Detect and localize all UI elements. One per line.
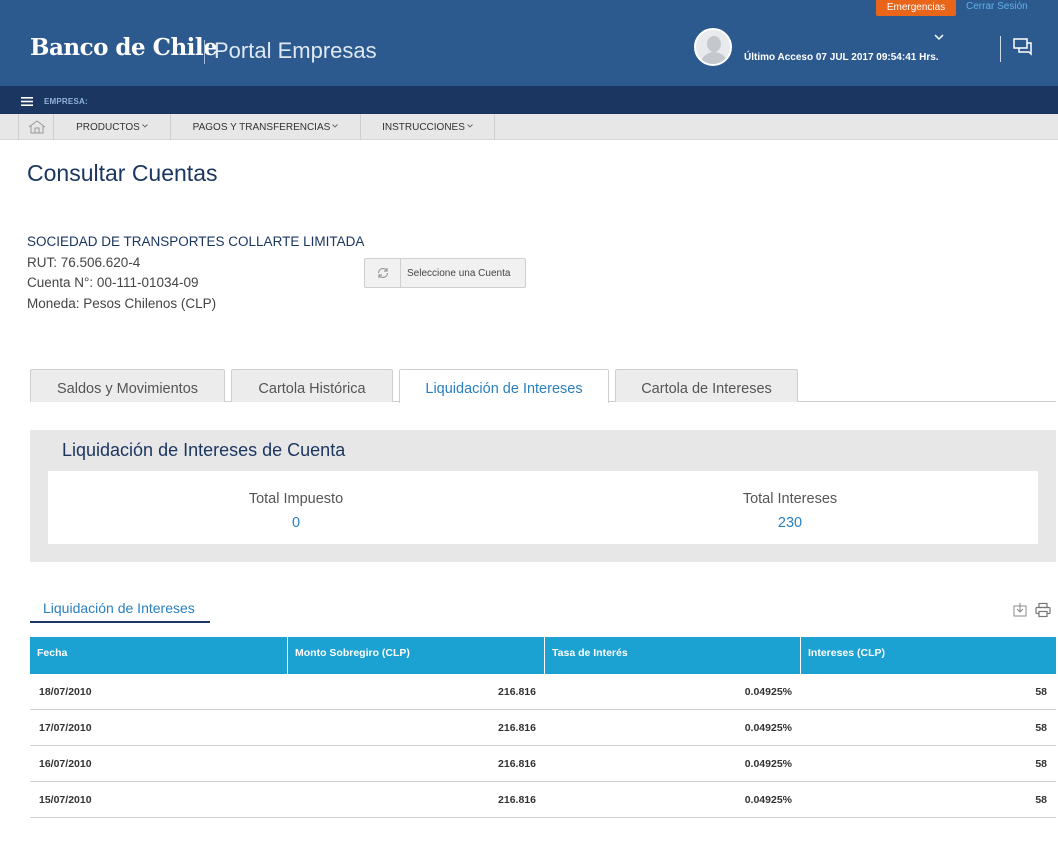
cell-monto: 216.816 — [498, 758, 536, 770]
download-icon[interactable] — [1012, 602, 1028, 618]
table-row: 18/07/2010 216.816 0.04925% 58 — [30, 674, 1056, 710]
table-header: Fecha Monto Sobregiro (CLP) Tasa de Inte… — [30, 637, 1056, 674]
cell-monto: 216.816 — [498, 794, 536, 806]
column-header-tasa[interactable]: Tasa de Interés — [545, 637, 801, 674]
select-icon-box — [365, 259, 401, 287]
total-intereses-label: Total Intereses — [742, 491, 838, 507]
moneda-text: Moneda: Pesos Chilenos (CLP) — [27, 296, 217, 311]
tab-cartola-historica[interactable]: Cartola Histórica — [231, 369, 393, 402]
cell-monto: 216.816 — [498, 686, 536, 698]
bank-logo[interactable]: Banco de Chile — [30, 34, 218, 61]
chevron-down-icon[interactable] — [933, 32, 945, 42]
nav-item-instrucciones[interactable]: INSTRUCCIONES — [361, 114, 495, 140]
empresa-label[interactable]: EMPRESA: — [44, 97, 88, 106]
nav-home[interactable] — [18, 114, 54, 140]
cell-intereses: 58 — [1035, 758, 1047, 770]
portal-title: Portal Empresas — [214, 38, 377, 63]
page-title: Consultar Cuentas — [27, 160, 218, 186]
chevron-down-icon — [467, 124, 473, 128]
cell-tasa: 0.04925% — [744, 722, 792, 734]
cuenta-text: Cuenta N°: 00-111-01034-09 — [27, 275, 199, 290]
nav-item-productos[interactable]: PRODUCTOS — [54, 114, 171, 140]
cell-fecha: 17/07/2010 — [39, 722, 92, 734]
table-row: 15/07/2010 216.816 0.04925% 58 — [30, 782, 1056, 818]
column-header-fecha[interactable]: Fecha — [30, 637, 288, 674]
tab-liquidacion-intereses[interactable]: Liquidación de Intereses — [399, 369, 609, 403]
chevron-down-icon — [142, 124, 148, 128]
summary-card — [48, 471, 1038, 544]
avatar-head — [707, 36, 721, 52]
nav-label: PAGOS Y TRANSFERENCIAS — [192, 122, 331, 133]
subtab-underline — [30, 621, 210, 623]
select-account-label: Seleccione una Cuenta — [407, 268, 511, 279]
subtab-liquidacion[interactable]: Liquidación de Intereses — [43, 600, 195, 616]
chevron-down-icon — [332, 124, 339, 128]
column-header-intereses[interactable]: Intereses (CLP) — [801, 637, 1056, 674]
user-avatar[interactable] — [694, 28, 732, 66]
select-account-button[interactable]: Seleccione una Cuenta — [364, 258, 526, 288]
emergencias-button[interactable]: Emergencias — [876, 0, 956, 16]
cell-intereses: 58 — [1035, 722, 1047, 734]
cell-fecha: 16/07/2010 — [39, 758, 92, 770]
cell-intereses: 58 — [1035, 794, 1047, 806]
home-icon — [28, 120, 46, 134]
cerrar-sesion-link[interactable]: Cerrar Sesión — [966, 1, 1028, 12]
nav-item-pagos[interactable]: PAGOS Y TRANSFERENCIAS — [171, 114, 361, 140]
total-impuesto-label: Total Impuesto — [248, 491, 344, 507]
tab-saldos-movimientos[interactable]: Saldos y Movimientos — [30, 369, 225, 402]
header-divider — [1000, 36, 1001, 62]
ultimo-acceso-text: Último Acceso 07 JUL 2017 09:54:41 Hrs. — [744, 52, 939, 63]
logo-divider — [204, 40, 205, 64]
hamburger-menu-icon[interactable] — [21, 97, 33, 106]
column-header-monto[interactable]: Monto Sobregiro (CLP) — [288, 637, 545, 674]
refresh-icon — [377, 267, 389, 279]
print-icon[interactable] — [1035, 602, 1051, 618]
main-nav: PRODUCTOS PAGOS Y TRANSFERENCIAS INSTRUC… — [0, 114, 1058, 140]
nav-label: PRODUCTOS — [76, 122, 140, 133]
cell-tasa: 0.04925% — [744, 794, 792, 806]
total-impuesto-value: 0 — [291, 515, 301, 531]
cell-monto: 216.816 — [498, 722, 536, 734]
summary-title: Liquidación de Intereses de Cuenta — [62, 440, 346, 460]
empresa-bar — [0, 86, 1058, 114]
table-row: 17/07/2010 216.816 0.04925% 58 — [30, 710, 1056, 746]
nav-label: INSTRUCCIONES — [382, 122, 465, 133]
chat-icon[interactable] — [1013, 38, 1033, 56]
cell-fecha: 18/07/2010 — [39, 686, 92, 698]
cell-tasa: 0.04925% — [744, 686, 792, 698]
total-intereses-value: 230 — [777, 515, 803, 531]
company-name: SOCIEDAD DE TRANSPORTES COLLARTE LIMITAD… — [27, 234, 365, 249]
table-row: 16/07/2010 216.816 0.04925% 58 — [30, 746, 1056, 782]
cell-tasa: 0.04925% — [744, 758, 792, 770]
cell-fecha: 15/07/2010 — [39, 794, 92, 806]
cell-intereses: 58 — [1035, 686, 1047, 698]
rut-text: RUT: 76.506.620-4 — [27, 255, 141, 270]
tab-cartola-intereses[interactable]: Cartola de Intereses — [615, 369, 798, 402]
avatar-shoulders — [700, 52, 728, 64]
